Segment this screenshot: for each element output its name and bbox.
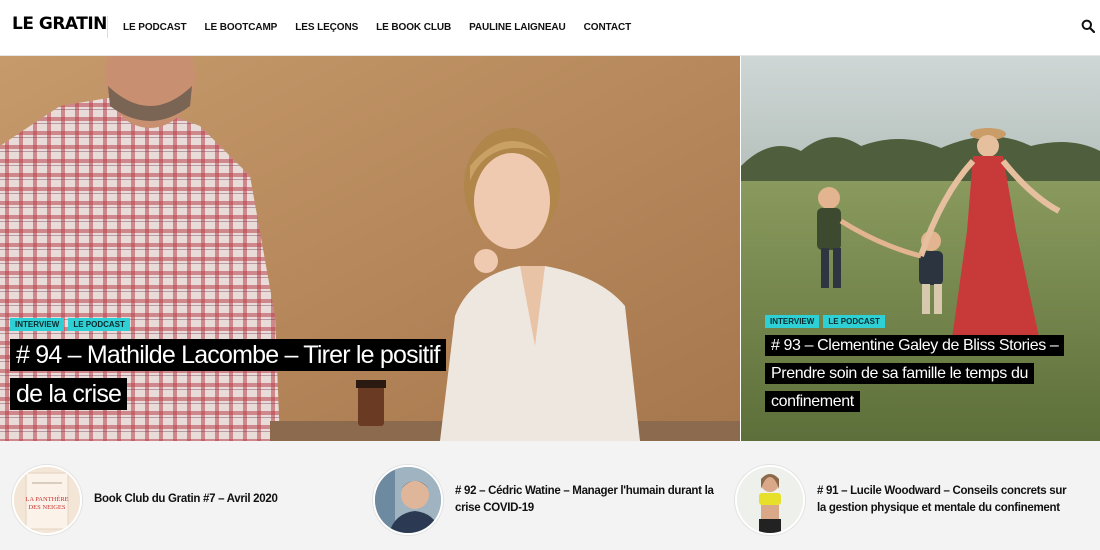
nav-item-podcast[interactable]: LE PODCAST xyxy=(123,22,187,33)
tag-le-podcast[interactable]: LE PODCAST xyxy=(823,315,885,328)
post-thumbnail[interactable] xyxy=(373,465,443,535)
nav-item-contact[interactable]: CONTACT xyxy=(584,22,632,33)
site-logo[interactable]: LE GRATIN xyxy=(12,14,107,34)
post-tags: INTERVIEW LE PODCAST xyxy=(10,318,130,331)
nav-item-pauline-laigneau[interactable]: PAULINE LAIGNEAU xyxy=(469,22,566,33)
recent-post-item[interactable]: # 92 – Cédric Watine – Manager l'humain … xyxy=(373,465,715,535)
post-thumbnail[interactable]: LA PANTHÈRE DES NEIGES xyxy=(12,465,82,535)
logo-separator xyxy=(107,16,108,38)
featured-post-title[interactable]: # 94 – Mathilde Lacombe – Tirer le posit… xyxy=(10,336,450,414)
recent-post-item[interactable]: LA PANTHÈRE DES NEIGES Book Club du Grat… xyxy=(12,465,294,535)
main-nav: LE PODCAST LE BOOTCAMP LES LEÇONS LE BOO… xyxy=(123,22,649,33)
nav-item-bootcamp[interactable]: LE BOOTCAMP xyxy=(204,22,277,33)
recent-post-title[interactable]: Book Club du Gratin #7 – Avril 2020 xyxy=(94,491,294,508)
avatar-cedric-watine xyxy=(375,467,441,533)
post-tags: INTERVIEW LE PODCAST xyxy=(765,315,885,328)
post-thumbnail[interactable] xyxy=(735,465,805,535)
recent-posts-strip: LA PANTHÈRE DES NEIGES Book Club du Grat… xyxy=(0,441,1100,550)
avatar-lucile-woodward xyxy=(737,467,803,533)
recent-post-title[interactable]: # 92 – Cédric Watine – Manager l'humain … xyxy=(455,483,715,518)
recent-post-title[interactable]: # 91 – Lucile Woodward – Conseils concre… xyxy=(817,483,1072,518)
book-cover-title-line-1: LA PANTHÈRE xyxy=(25,495,68,503)
tag-interview[interactable]: INTERVIEW xyxy=(765,315,820,328)
tag-interview[interactable]: INTERVIEW xyxy=(10,318,65,331)
featured-post-title[interactable]: # 93 – Clementine Galey de Bliss Stories… xyxy=(765,332,1075,416)
featured-post-side[interactable]: INTERVIEW LE PODCAST # 93 – Clementine G… xyxy=(741,56,1100,441)
site-header: LE GRATIN LE PODCAST LE BOOTCAMP LES LEÇ… xyxy=(0,0,1100,56)
book-cover-title-line-2: DES NEIGES xyxy=(28,504,65,511)
nav-item-lecons[interactable]: LES LEÇONS xyxy=(295,22,358,33)
featured-post-title-text[interactable]: # 93 – Clementine Galey de Bliss Stories… xyxy=(765,335,1065,412)
nav-item-book-club[interactable]: LE BOOK CLUB xyxy=(376,22,451,33)
search-icon[interactable] xyxy=(1081,19,1095,33)
featured-post-title-text[interactable]: # 94 – Mathilde Lacombe – Tirer le posit… xyxy=(10,339,446,410)
featured-post-main[interactable]: INTERVIEW LE PODCAST # 94 – Mathilde Lac… xyxy=(0,56,740,441)
tag-le-podcast[interactable]: LE PODCAST xyxy=(68,318,130,331)
book-cover-image: LA PANTHÈRE DES NEIGES xyxy=(14,467,80,533)
recent-post-item[interactable]: # 91 – Lucile Woodward – Conseils concre… xyxy=(735,465,1072,535)
